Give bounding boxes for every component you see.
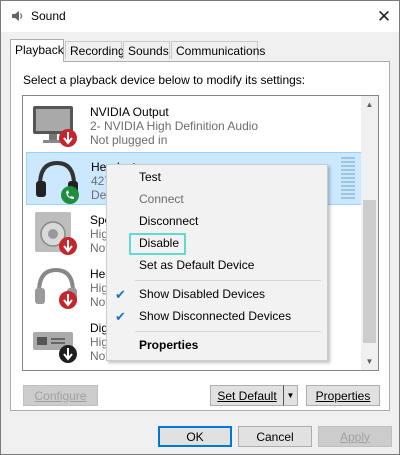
- headset-icon: [36, 160, 79, 204]
- device-name: NVIDIA Output: [90, 105, 169, 119]
- device-row-nvidia-output[interactable]: NVIDIA Output 2- NVIDIA High Definition …: [26, 98, 362, 151]
- tab-playback[interactable]: Playback: [10, 39, 64, 62]
- scroll-down-arrow-icon[interactable]: ▼: [361, 353, 378, 370]
- scroll-thumb[interactable]: [363, 200, 376, 343]
- device-status: Not plugged in: [90, 133, 168, 147]
- instruction-text: Select a playback device below to modify…: [23, 73, 306, 87]
- volume-meter: [341, 157, 355, 201]
- menu-item-label: Show Disabled Devices: [139, 287, 266, 301]
- menu-item-label: Properties: [139, 338, 199, 352]
- set-default-label: Set Default: [217, 388, 277, 403]
- speaker-app-icon: [12, 11, 23, 21]
- close-button[interactable]: ✕: [369, 1, 399, 32]
- menu-item-label: Show Disconnected Devices: [139, 309, 292, 323]
- menu-item-label: Test: [139, 170, 162, 184]
- device-description: 2- NVIDIA High Definition Audio: [90, 119, 259, 133]
- properties-label: Properties: [315, 388, 371, 403]
- menu-item-test[interactable]: Test: [107, 167, 327, 189]
- menu-item-label: Set as Default Device: [139, 258, 255, 272]
- menu-item-set-as-default-device[interactable]: Set as Default Device: [107, 255, 327, 277]
- speaker-icon: [35, 212, 77, 255]
- scroll-up-arrow-icon[interactable]: ▲: [361, 96, 378, 113]
- device-list-scrollbar[interactable]: ▲ ▼: [361, 96, 378, 370]
- checkmark-icon: ✔: [115, 287, 126, 302]
- menu-item-properties[interactable]: Properties: [107, 335, 327, 357]
- set-default-button[interactable]: Set Default: [210, 385, 284, 406]
- menu-separator: [135, 331, 321, 332]
- cancel-button[interactable]: Cancel: [238, 426, 312, 447]
- set-default-dropdown-arrow-icon[interactable]: ▼: [283, 385, 298, 406]
- configure-button[interactable]: Configure: [23, 385, 98, 406]
- ok-button[interactable]: OK: [158, 426, 232, 447]
- menu-item-label: Connect: [139, 192, 184, 206]
- menu-item-show-disabled-devices[interactable]: ✔ Show Disabled Devices: [107, 284, 327, 306]
- window-title: Sound: [31, 9, 66, 23]
- tab-sounds[interactable]: Sounds: [123, 41, 170, 59]
- monitor-icon: [33, 106, 77, 147]
- configure-label: Configure: [34, 388, 87, 403]
- menu-item-connect[interactable]: Connect: [107, 189, 327, 211]
- menu-item-disconnect[interactable]: Disconnect: [107, 211, 327, 233]
- device-context-menu: Test Connect Disconnect Disable Set as D…: [106, 164, 328, 361]
- close-icon: ✕: [376, 6, 392, 26]
- headphones-icon: [35, 267, 77, 309]
- menu-separator: [135, 280, 321, 281]
- title-bar: Sound ✕: [1, 1, 399, 32]
- digital-output-icon: [33, 332, 77, 363]
- checkmark-icon: ✔: [115, 309, 126, 324]
- properties-button[interactable]: Properties: [306, 385, 380, 406]
- tab-recording[interactable]: Recording: [65, 41, 125, 59]
- menu-item-show-disconnected-devices[interactable]: ✔ Show Disconnected Devices: [107, 306, 327, 328]
- disable-highlight-outline: [129, 233, 186, 255]
- menu-item-label: Disconnect: [139, 214, 199, 228]
- tab-communications[interactable]: Communications: [171, 41, 265, 59]
- apply-button[interactable]: Apply: [318, 426, 392, 447]
- apply-label: Apply: [339, 429, 371, 444]
